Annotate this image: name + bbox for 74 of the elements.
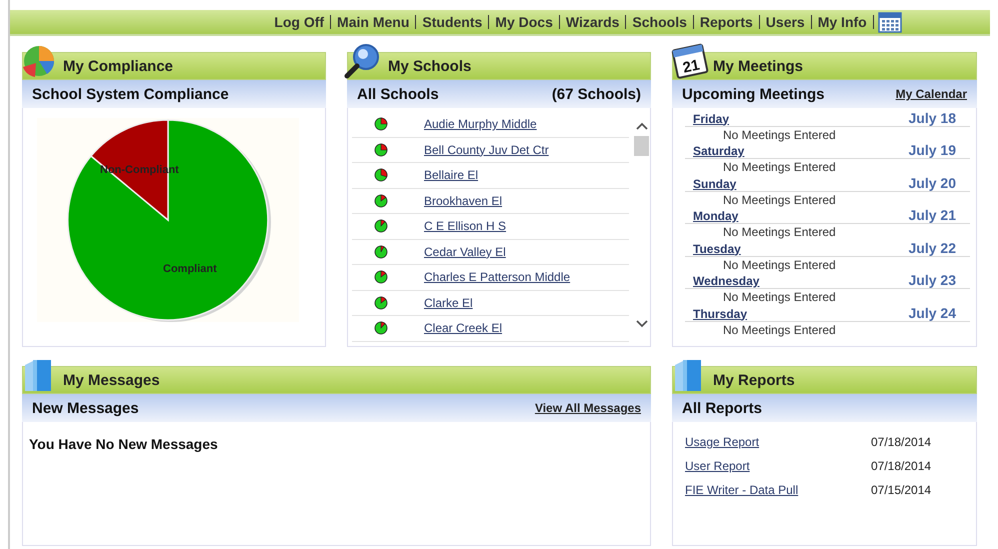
meeting-date: July 22 (908, 240, 956, 256)
report-date: 07/15/2014 (871, 483, 932, 497)
school-count: (67 Schools) (552, 86, 641, 102)
nav-link[interactable]: Users (760, 14, 811, 30)
meeting-note: No Meetings Entered (722, 256, 837, 272)
subheader-title: School System Compliance (32, 86, 229, 102)
meeting-note: No Meetings Entered (722, 224, 837, 240)
compliance-pie-icon (374, 117, 388, 132)
scroll-up-icon[interactable] (636, 122, 648, 130)
meeting-date: July 19 (908, 142, 956, 158)
meeting-note: No Meetings Entered (722, 126, 837, 142)
meeting-date: July 21 (908, 207, 956, 223)
meeting-note: No Meetings Entered (722, 289, 837, 305)
day-link[interactable]: Friday (693, 112, 730, 126)
report-link[interactable]: User Report (685, 459, 871, 473)
compliance-pie-icon (374, 296, 388, 310)
calendar-icon[interactable] (878, 11, 902, 33)
report-link[interactable]: Usage Report (685, 435, 871, 449)
compliance-pie-icon (374, 270, 388, 284)
meeting-date: July 18 (908, 110, 956, 126)
compliance-pie-icon (374, 142, 388, 157)
panel-title: My Schools (388, 58, 472, 74)
school-link[interactable]: Bellaire El (424, 168, 478, 182)
calendar-icon: 21 (671, 41, 711, 79)
school-link[interactable]: Clear Creek El (424, 321, 502, 336)
day-link[interactable]: Sunday (693, 176, 736, 190)
meeting-date: July 24 (908, 304, 956, 320)
scroll-down-icon[interactable] (636, 320, 648, 328)
school-link[interactable]: Charles E Patterson Middle (424, 270, 570, 284)
compliance-pie-icon (374, 321, 388, 336)
panel-title: My Messages (63, 372, 160, 388)
subheader-title: All Schools (357, 86, 439, 102)
meeting-date: July 23 (908, 272, 956, 288)
report-link[interactable]: FIE Writer - Data Pull (685, 483, 871, 497)
nav-link[interactable]: My Info (812, 14, 873, 30)
report-date: 07/18/2014 (871, 435, 932, 449)
chart-label: Compliant (163, 263, 217, 275)
nav-link[interactable]: Log Off (268, 14, 330, 30)
compliance-pie-icon (374, 244, 388, 259)
compliance-pie-icon (374, 168, 388, 182)
nav-link[interactable]: Students (416, 14, 488, 30)
school-link[interactable]: Clarke El (424, 296, 473, 310)
panel-title: My Meetings (713, 58, 804, 74)
meeting-note: No Meetings Entered (722, 322, 837, 338)
day-link[interactable]: Tuesday (693, 242, 741, 256)
nav-link[interactable]: Main Menu (331, 14, 416, 30)
meeting-note: No Meetings Entered (722, 192, 837, 208)
view-all-link[interactable]: View All Messages (534, 401, 641, 415)
day-link[interactable]: Monday (693, 209, 738, 223)
compliance-pie-icon (374, 219, 388, 234)
scrollbar-thumb[interactable] (634, 136, 649, 156)
subheader-title: Upcoming Meetings (682, 86, 825, 102)
nav-link[interactable]: Schools (626, 14, 693, 30)
empty-message: You Have No New Messages (29, 436, 219, 452)
report-date: 07/18/2014 (871, 459, 932, 473)
meeting-date: July 20 (908, 174, 956, 190)
panel-title: My Compliance (63, 58, 174, 74)
nav-link[interactable]: Reports (694, 14, 759, 30)
nav-link[interactable]: My Docs (489, 14, 559, 30)
day-link[interactable]: Wednesday (693, 274, 760, 288)
calendar-link[interactable]: My Calendar (896, 87, 967, 101)
day-link[interactable]: Thursday (693, 306, 748, 320)
subheader-title: All Reports (682, 400, 762, 416)
subheader-title: New Messages (32, 400, 139, 416)
nav-link[interactable]: Wizards (560, 14, 626, 30)
day-link[interactable]: Saturday (693, 144, 744, 158)
school-link[interactable]: C E Ellison H S (424, 219, 506, 234)
meeting-note: No Meetings Entered (722, 159, 837, 175)
panel-title: My Reports (713, 372, 795, 388)
school-link[interactable]: Brookhaven El (424, 194, 502, 208)
school-link[interactable]: Audie Murphy Middle (424, 117, 537, 132)
compliance-pie-icon (374, 194, 388, 208)
school-link[interactable]: Cedar Valley El (424, 244, 506, 259)
school-link[interactable]: Bell County Juv Det Ctr (424, 142, 549, 157)
